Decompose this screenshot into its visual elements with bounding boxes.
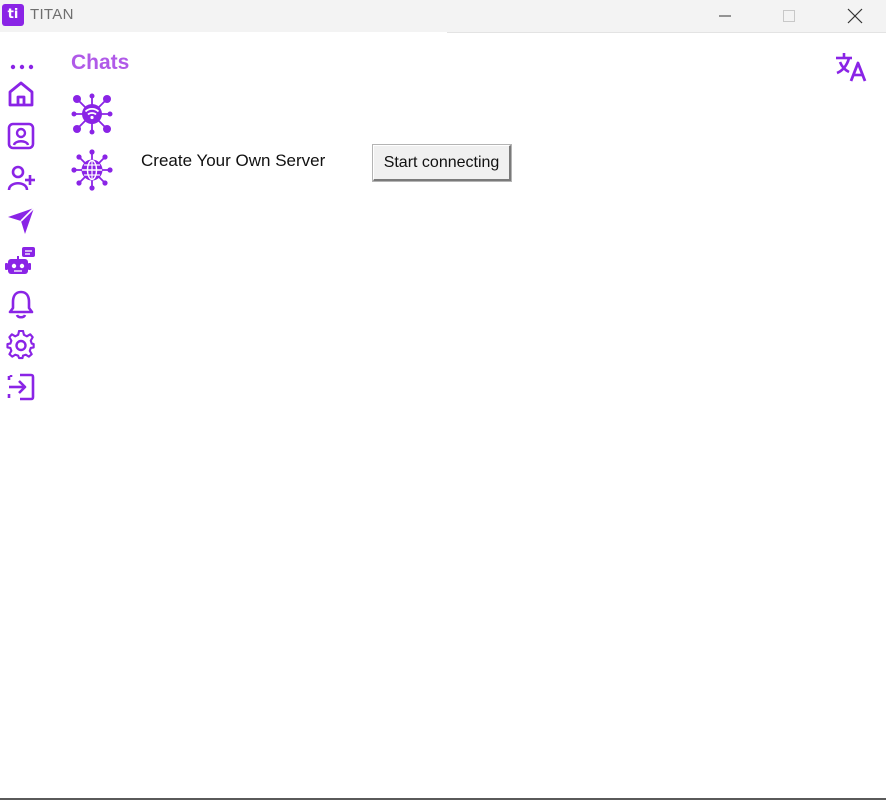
start-connecting-button[interactable]: Start connecting xyxy=(372,144,512,182)
globe-network-icon xyxy=(71,149,113,191)
server-item-wifi[interactable] xyxy=(71,93,113,135)
wifi-network-icon xyxy=(71,93,113,135)
create-server-label: Create Your Own Server xyxy=(141,151,326,170)
sidebar-item-logout[interactable] xyxy=(5,371,37,403)
close-icon xyxy=(847,8,863,24)
profile-card-icon xyxy=(7,122,35,150)
bell-icon xyxy=(8,290,34,319)
sidebar-item-bot[interactable] xyxy=(5,246,37,278)
page-title: Chats xyxy=(71,51,130,74)
close-button[interactable] xyxy=(825,0,885,32)
sidebar-item-settings[interactable] xyxy=(5,329,37,361)
maximize-button[interactable] xyxy=(759,0,819,32)
user-plus-icon xyxy=(7,165,35,191)
gear-icon xyxy=(6,330,35,360)
sign-in-arrow-icon xyxy=(7,373,35,401)
translate-icon xyxy=(836,53,867,82)
title-bar[interactable]: ti TITAN xyxy=(0,0,886,32)
send-icon xyxy=(8,207,35,234)
sidebar-item-add-friend[interactable] xyxy=(5,162,37,194)
window-title: TITAN xyxy=(30,6,74,23)
sidebar-item-send[interactable] xyxy=(5,204,37,236)
server-item-globe[interactable] xyxy=(71,149,113,191)
translate-button[interactable] xyxy=(834,51,868,83)
minimize-button[interactable] xyxy=(695,0,755,32)
minimize-icon xyxy=(719,15,731,17)
sidebar-item-notifications[interactable] xyxy=(5,288,37,320)
app-logo: ti xyxy=(2,4,24,26)
sidebar-item-profile[interactable] xyxy=(5,120,37,152)
home-icon xyxy=(8,81,34,107)
maximize-icon xyxy=(783,10,795,22)
app-window: ti TITAN Chats Create Your Own Server St… xyxy=(0,0,886,800)
robot-chat-icon xyxy=(5,247,35,274)
sidebar-item-home[interactable] xyxy=(5,78,37,110)
titlebar-divider xyxy=(447,32,886,33)
